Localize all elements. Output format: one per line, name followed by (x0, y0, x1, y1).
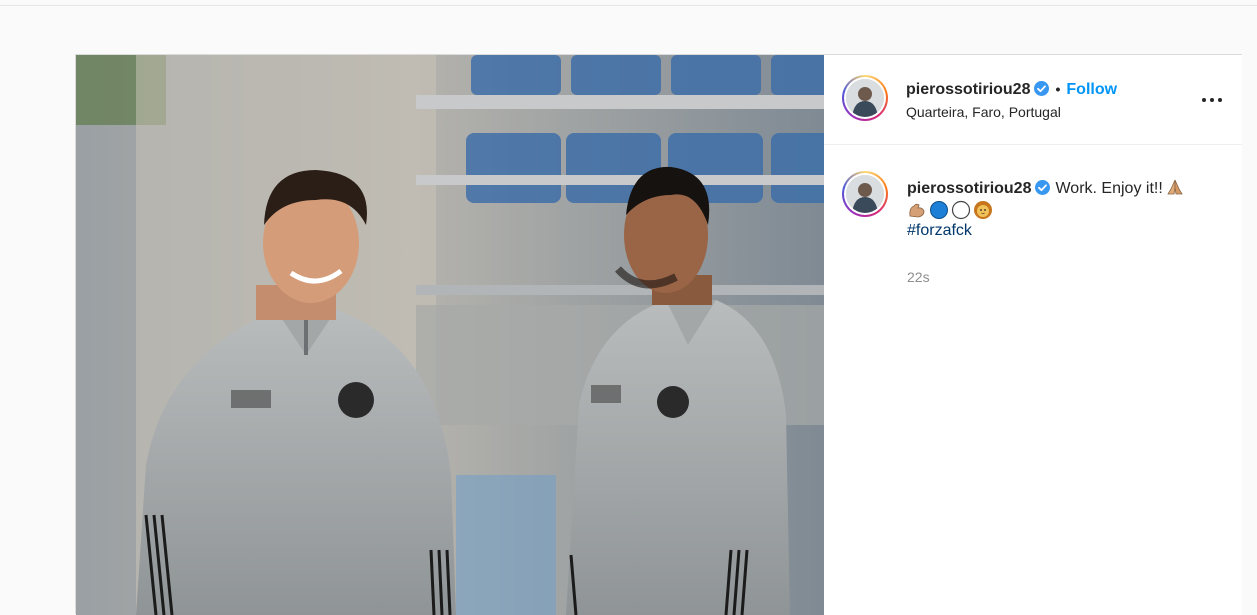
hashtag-link[interactable]: #forzafck (907, 220, 1217, 241)
verified-badge-icon (1034, 81, 1050, 96)
lion-face-icon (973, 200, 993, 220)
post-card: pierossotiriou28 • Follow Quarteira, Faro,… (75, 54, 1242, 615)
blue-circle-icon (929, 200, 949, 220)
post-header: pierossotiriou28 • Follow Quarteira, Faro,… (824, 55, 1242, 145)
folded-hands-icon (1165, 177, 1185, 197)
top-divider (0, 5, 1257, 6)
caption-username[interactable]: pierossotiriou28 (907, 180, 1031, 197)
flexed-biceps-icon (907, 200, 927, 220)
post-photo[interactable] (76, 55, 824, 615)
separator-dot: • (1055, 81, 1061, 97)
verified-badge-icon (1035, 180, 1051, 195)
white-circle-icon (951, 200, 971, 220)
caption-body: Work. Enjoy it!! (1055, 180, 1163, 197)
follow-button[interactable]: Follow (1066, 81, 1117, 98)
caption-avatar[interactable] (842, 171, 888, 217)
profile-avatar[interactable] (842, 75, 888, 121)
post-sidebar: pierossotiriou28 • Follow Quarteira, Faro,… (824, 55, 1242, 615)
more-options-icon[interactable] (1202, 91, 1224, 109)
post-timestamp[interactable]: 22s (907, 269, 930, 285)
post-username[interactable]: pierossotiriou28 (906, 81, 1030, 98)
post-location[interactable]: Quarteira, Faro, Portugal (906, 104, 1061, 120)
caption-text-block: pierossotiriou28 Work. Enjoy it!! #forzaf… (907, 177, 1217, 241)
